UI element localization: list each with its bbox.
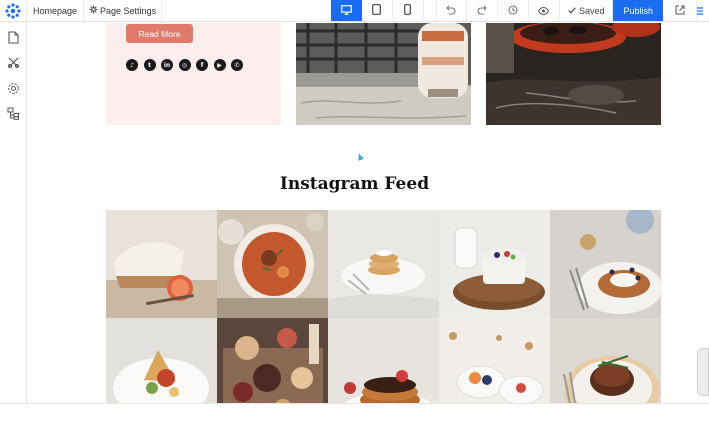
stove-kitchen-photo — [296, 23, 471, 125]
open-external-button[interactable] — [663, 0, 697, 21]
page-canvas[interactable]: Read More ♪ t in ◎ f ▶ ✆ Instagram Feed — [28, 23, 709, 403]
instagram-feed-grid — [106, 210, 661, 403]
page-settings-button[interactable]: Page Settings — [84, 0, 163, 21]
twitter-icon[interactable]: t — [143, 59, 156, 71]
read-more-button[interactable]: Read More — [126, 24, 193, 43]
pages-icon[interactable] — [6, 30, 20, 44]
mobile-view-button[interactable] — [393, 0, 424, 21]
page-selector[interactable]: Homepage — [27, 0, 85, 21]
saved-status: Saved — [560, 0, 614, 21]
whatsapp-icon[interactable]: ✆ — [231, 59, 243, 71]
feed-photo-steak[interactable] — [550, 318, 661, 403]
menu-button[interactable] — [697, 0, 709, 21]
instagram-icon[interactable]: ◎ — [178, 59, 191, 71]
feed-photo-pie[interactable] — [106, 210, 217, 318]
tablet-icon — [372, 2, 382, 20]
undo-icon — [446, 2, 456, 20]
feed-photo-yogurt-fruit[interactable] — [439, 210, 550, 318]
saved-label: Saved — [578, 5, 605, 16]
desktop-icon — [341, 2, 352, 20]
feed-photo-charcuterie[interactable] — [217, 318, 328, 403]
logo-icon[interactable] — [0, 0, 27, 21]
page-settings-label: Page Settings — [100, 5, 157, 16]
mobile-icon — [404, 2, 412, 20]
settings-icon[interactable] — [6, 81, 20, 95]
redo-button[interactable] — [467, 0, 498, 21]
gear-icon — [89, 5, 98, 16]
tiktok-icon[interactable]: ♪ — [126, 59, 138, 71]
mussels-dish-photo — [486, 23, 661, 125]
publish-label: Publish — [623, 5, 653, 16]
blog-card: Read More ♪ t in ◎ f ▶ ✆ — [106, 23, 281, 125]
feed-photo-pancake-stack[interactable] — [328, 210, 439, 318]
feed-photo-blueberry-pancakes[interactable] — [550, 210, 661, 318]
history-icon — [508, 2, 518, 20]
toolbar-gap — [424, 0, 436, 21]
publish-button[interactable]: Publish — [613, 0, 663, 21]
feed-photo-plated-dish[interactable] — [106, 318, 217, 403]
feed-photo-strawberry-pancakes[interactable] — [328, 318, 439, 403]
youtube-icon[interactable]: ▶ — [213, 59, 226, 71]
scroll-handle[interactable] — [697, 348, 709, 396]
facebook-icon[interactable]: f — [196, 59, 208, 71]
bottom-strip — [0, 403, 709, 432]
undo-button[interactable] — [435, 0, 467, 21]
elements-icon[interactable] — [6, 55, 20, 69]
social-icons-row: ♪ t in ◎ f ▶ ✆ — [126, 59, 243, 71]
left-sidebar — [0, 22, 27, 403]
page-name: Homepage — [33, 5, 78, 16]
instagram-feed-title: Instagram Feed — [279, 174, 430, 194]
feed-photo-yogurt-bowls[interactable] — [439, 318, 550, 403]
external-link-icon — [675, 2, 685, 20]
history-button[interactable] — [498, 0, 529, 21]
tablet-view-button[interactable] — [362, 0, 393, 21]
feed-photo-soup[interactable] — [217, 210, 328, 318]
check-icon — [568, 6, 576, 16]
redo-icon — [477, 2, 487, 20]
preview-eye-icon — [538, 2, 550, 20]
menu-icon — [697, 2, 703, 20]
linkedin-icon[interactable]: in — [161, 59, 173, 71]
top-toolbar: Homepage Page Settings Saved Publish — [0, 0, 709, 22]
desktop-view-button[interactable] — [330, 0, 362, 21]
layers-icon[interactable] — [6, 106, 20, 120]
preview-button[interactable] — [529, 0, 560, 21]
